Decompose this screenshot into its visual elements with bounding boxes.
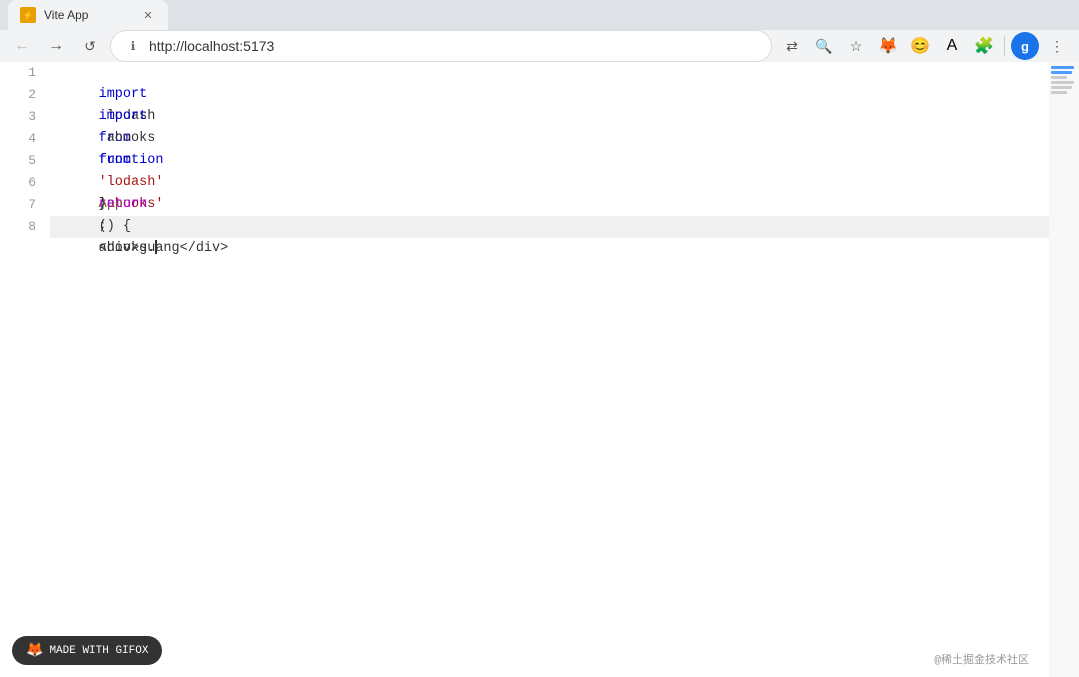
code-line-3 bbox=[50, 106, 1049, 128]
address-bar[interactable]: ℹ http://localhost:5173 bbox=[110, 30, 772, 62]
active-tab[interactable]: ⚡ Vite App ✕ bbox=[8, 0, 168, 30]
minimap-line-4 bbox=[1051, 81, 1074, 84]
reload-button[interactable]: ↺ bbox=[76, 32, 104, 60]
ext2-icon[interactable]: 😊 bbox=[906, 32, 934, 60]
code-indent-5 bbox=[99, 175, 115, 190]
code-text-8: ahooks. bbox=[99, 241, 158, 256]
minimap-line-1 bbox=[1051, 66, 1074, 69]
minimap-line-5 bbox=[1051, 86, 1072, 89]
minimap-line-3 bbox=[1051, 76, 1067, 79]
code-line-2: import ahooks from 'ahooks' ; bbox=[50, 84, 1049, 106]
toolbar: ← → ↺ ℹ http://localhost:5173 ⇄ 🔍 ☆ 🦊 😊 … bbox=[0, 30, 1079, 62]
more-button[interactable]: ⋮ bbox=[1043, 32, 1071, 60]
code-text-5a bbox=[99, 219, 107, 234]
info-icon[interactable]: ℹ bbox=[123, 36, 143, 56]
tab-favicon: ⚡ bbox=[20, 7, 36, 23]
line-num-5: 5 bbox=[28, 150, 36, 172]
line-num-2: 2 bbox=[28, 84, 36, 106]
url-text: http://localhost:5173 bbox=[149, 38, 759, 54]
code-line-4: function App () { bbox=[50, 128, 1049, 150]
browser-chrome: ⚡ Vite App ✕ ← → ↺ ℹ http://localhost:51… bbox=[0, 0, 1079, 62]
ext4-icon[interactable]: 🧩 bbox=[970, 32, 998, 60]
line-num-7: 7 bbox=[28, 194, 36, 216]
tab-bar: ⚡ Vite App ✕ bbox=[0, 0, 1079, 30]
tab-title: Vite App bbox=[44, 8, 132, 22]
watermark-badge: 🦊 MADE WITH GIFOX bbox=[12, 636, 162, 665]
code-line-1: import lodash from 'lodash' ; bbox=[50, 62, 1049, 84]
toolbar-separator bbox=[1004, 36, 1005, 56]
translate-button[interactable]: ⇄ bbox=[778, 32, 806, 60]
minimap-line-6 bbox=[1051, 91, 1067, 94]
code-line-5: return <div>guang</div> bbox=[50, 150, 1049, 172]
code-line-8: ahooks. bbox=[50, 216, 1049, 238]
code-line-7 bbox=[50, 194, 1049, 216]
watermark-text: MADE WITH GIFOX bbox=[49, 645, 148, 657]
code-line-6: } bbox=[50, 172, 1049, 194]
editor-area: 1 2 3 4 5 6 7 8 import lodash from 'loda… bbox=[0, 62, 1079, 677]
forward-button[interactable]: → bbox=[42, 32, 70, 60]
code-content[interactable]: import lodash from 'lodash' ; import aho… bbox=[50, 62, 1049, 677]
minimap-line-2 bbox=[1051, 71, 1072, 74]
back-button[interactable]: ← bbox=[8, 32, 36, 60]
minimap bbox=[1049, 62, 1079, 677]
fox-icon: 🦊 bbox=[26, 642, 43, 659]
line-num-3: 3 bbox=[28, 106, 36, 128]
keyword-import-2: import bbox=[99, 109, 148, 124]
keyword-import-1: import bbox=[99, 87, 148, 102]
code-text-6: } bbox=[99, 197, 107, 212]
zoom-button[interactable]: 🔍 bbox=[810, 32, 838, 60]
line-num-4: 4 bbox=[28, 128, 36, 150]
bottom-right-text: @稀土掘金技术社区 bbox=[934, 651, 1029, 667]
keyword-function: function bbox=[99, 153, 164, 168]
profile-button[interactable]: g bbox=[1011, 32, 1039, 60]
tab-close-button[interactable]: ✕ bbox=[140, 7, 156, 23]
text-cursor bbox=[155, 240, 157, 254]
line-num-6: 6 bbox=[28, 172, 36, 194]
bookmark-button[interactable]: ☆ bbox=[842, 32, 870, 60]
toolbar-actions: ⇄ 🔍 ☆ 🦊 😊 A 🧩 g ⋮ bbox=[778, 32, 1071, 60]
line-numbers: 1 2 3 4 5 6 7 8 bbox=[0, 62, 50, 677]
code-text-2a: ahooks bbox=[99, 131, 164, 146]
ext3-icon[interactable]: A bbox=[938, 32, 966, 60]
ext1-icon[interactable]: 🦊 bbox=[874, 32, 902, 60]
line-num-1: 1 bbox=[28, 62, 36, 84]
line-num-8: 8 bbox=[28, 216, 36, 238]
